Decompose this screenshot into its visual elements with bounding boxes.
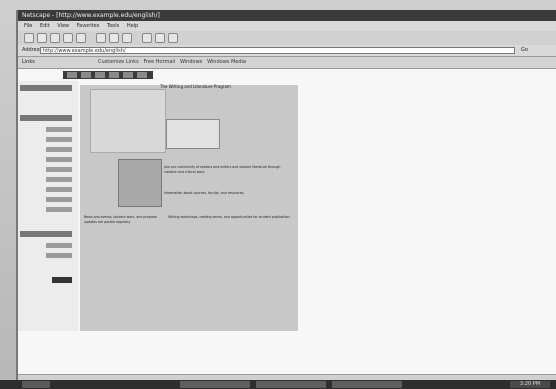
nav-link[interactable]	[46, 157, 72, 162]
favorites-icon[interactable]	[109, 33, 119, 43]
artwork-image[interactable]	[118, 159, 162, 207]
nav-button[interactable]	[137, 72, 147, 78]
forward-icon[interactable]	[37, 33, 47, 43]
nav-badge[interactable]	[52, 277, 72, 283]
links-list: Customize Links Free Hotmail Windows Win…	[98, 57, 246, 68]
nav-link[interactable]	[46, 137, 72, 142]
nav-link[interactable]	[46, 187, 72, 192]
mail-icon[interactable]	[142, 33, 152, 43]
address-bar: Address http://www.example.edu/english/ …	[18, 45, 556, 57]
nav-link[interactable]	[46, 197, 72, 202]
right-column-text: Writing workshops, reading series, and o…	[168, 215, 291, 219]
link-item[interactable]: Windows Media	[207, 59, 246, 65]
link-item[interactable]: Windows	[180, 59, 202, 65]
nav-button[interactable]	[123, 72, 133, 78]
collage-image	[90, 89, 166, 153]
photo-image[interactable]	[166, 119, 220, 149]
nav-link[interactable]	[46, 177, 72, 182]
address-input[interactable]: http://www.example.edu/english/	[40, 47, 515, 54]
taskbar: 3:20 PM	[0, 380, 556, 389]
nav-link[interactable]	[46, 243, 72, 248]
menu-favorites[interactable]: Favorites	[77, 23, 100, 29]
home-icon[interactable]	[76, 33, 86, 43]
nav-link[interactable]	[46, 207, 72, 212]
nav-header-bar	[20, 115, 72, 121]
search-icon[interactable]	[96, 33, 106, 43]
web-page: The Writing and Literature Program Join …	[18, 69, 556, 374]
menu-edit[interactable]: Edit	[40, 23, 50, 29]
paragraph-2: Information about courses, faculty, and …	[164, 191, 245, 195]
links-bar: Links Customize Links Free Hotmail Windo…	[18, 57, 556, 69]
paragraph-1: Join our community of readers and writer…	[164, 165, 281, 174]
clock: 3:20 PM	[510, 381, 550, 388]
window-title: Netscape - [http://www.example.edu/engli…	[22, 12, 160, 19]
menu-view[interactable]: View	[57, 23, 69, 29]
nav-header-bar	[20, 231, 72, 237]
nav-link[interactable]	[46, 147, 72, 152]
go-button[interactable]: Go	[521, 46, 528, 55]
top-navigation	[63, 71, 153, 79]
menu-file[interactable]: File	[24, 23, 32, 29]
link-item[interactable]: Customize Links	[98, 59, 139, 65]
back-icon[interactable]	[24, 33, 34, 43]
nav-button[interactable]	[67, 72, 77, 78]
taskbar-item[interactable]	[256, 381, 326, 388]
edit-icon[interactable]	[168, 33, 178, 43]
history-icon[interactable]	[122, 33, 132, 43]
nav-link[interactable]	[46, 253, 72, 258]
nav-link[interactable]	[46, 167, 72, 172]
nav-button[interactable]	[95, 72, 105, 78]
taskbar-item[interactable]	[180, 381, 250, 388]
left-navigation	[18, 81, 78, 331]
stop-icon[interactable]	[50, 33, 60, 43]
left-column-text: News and events, student work, and progr…	[84, 215, 157, 224]
menu-help[interactable]: Help	[127, 23, 138, 29]
nav-button[interactable]	[109, 72, 119, 78]
nav-header-bar	[20, 85, 72, 91]
toolbar	[18, 31, 556, 46]
print-icon[interactable]	[155, 33, 165, 43]
menu-tools[interactable]: Tools	[107, 23, 119, 29]
window-titlebar: Netscape - [http://www.example.edu/engli…	[18, 10, 556, 21]
browser-window: Netscape - [http://www.example.edu/engli…	[16, 10, 556, 381]
monitor-photo: Netscape - [http://www.example.edu/engli…	[0, 0, 556, 389]
links-label: Links	[22, 59, 35, 65]
taskbar-item[interactable]	[332, 381, 402, 388]
link-item[interactable]: Free Hotmail	[143, 59, 175, 65]
start-button[interactable]	[22, 381, 50, 388]
nav-link[interactable]	[46, 127, 72, 132]
refresh-icon[interactable]	[63, 33, 73, 43]
menu-bar: File Edit View Favorites Tools Help	[18, 21, 556, 31]
nav-button[interactable]	[81, 72, 91, 78]
address-label: Address	[22, 47, 42, 53]
page-title: The Writing and Literature Program	[160, 84, 231, 89]
